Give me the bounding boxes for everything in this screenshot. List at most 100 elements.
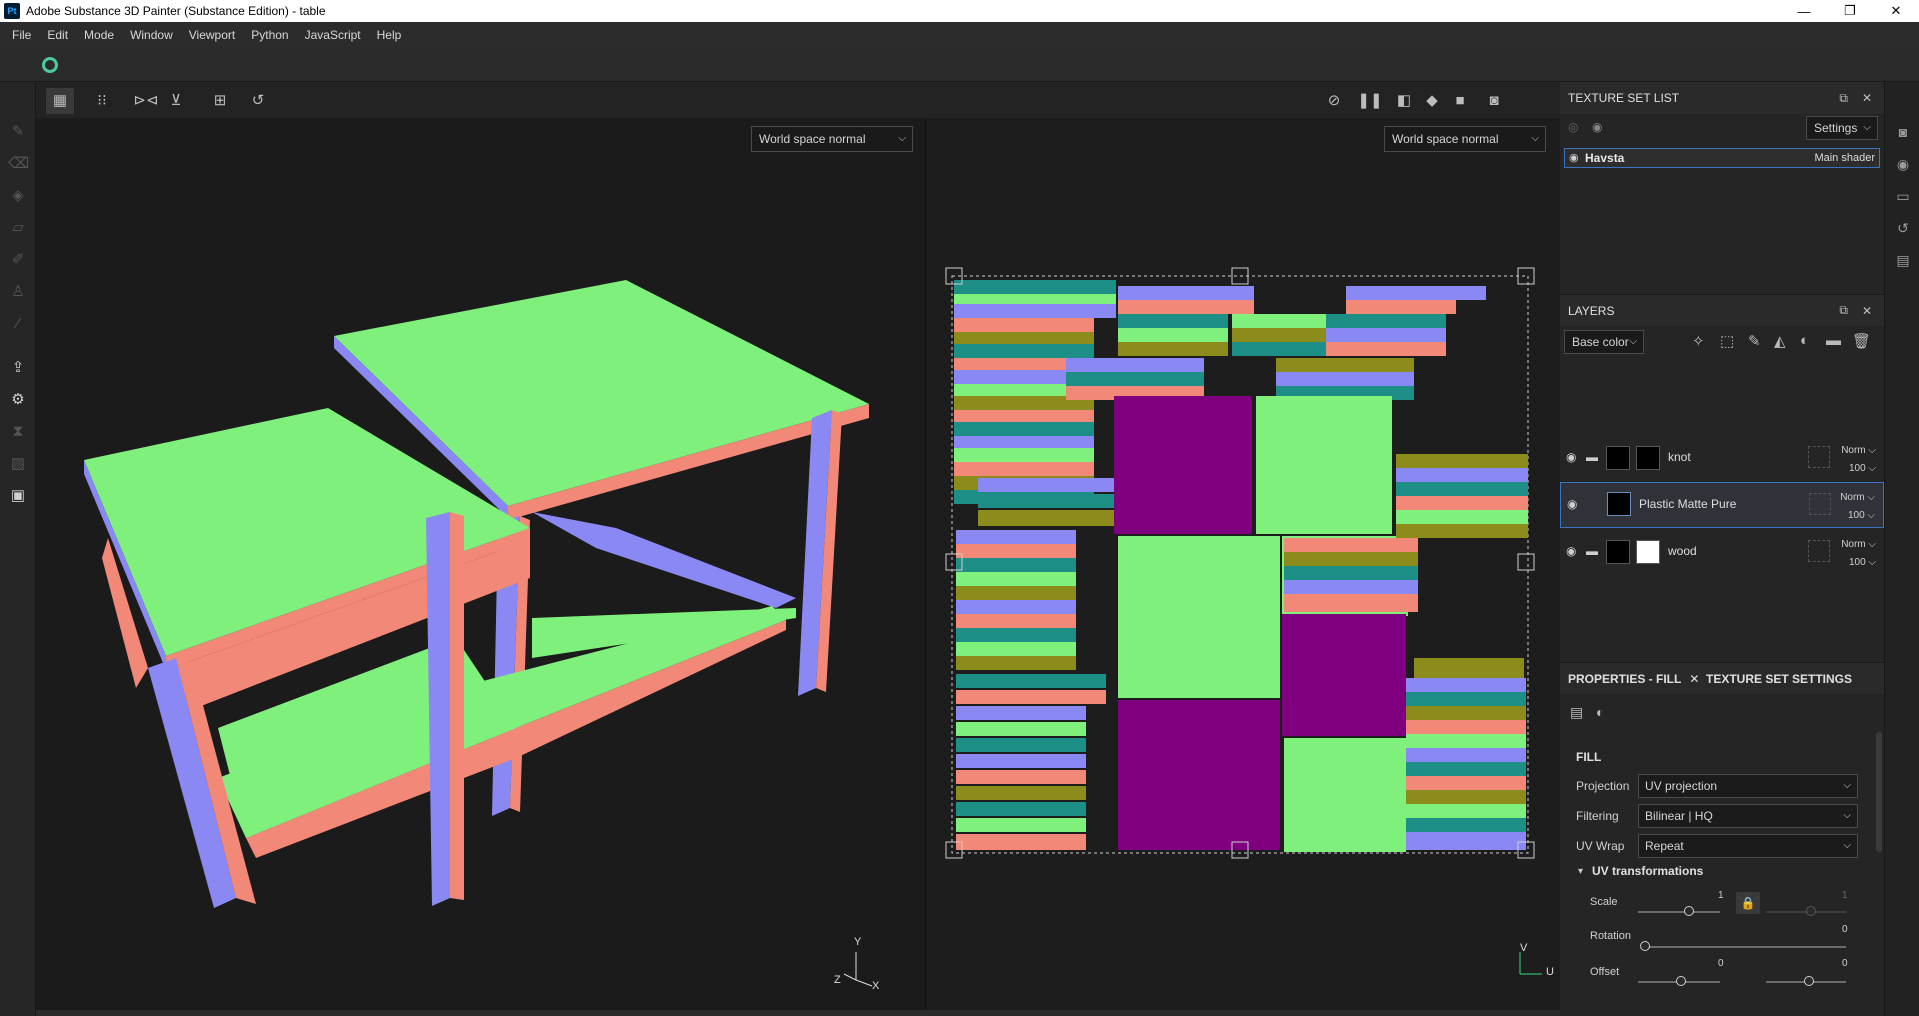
menu-help[interactable]: Help (369, 28, 410, 42)
eye-hidden-icon[interactable]: ◎ (1568, 120, 1578, 134)
add-fill-layer-icon[interactable]: ◭ (1774, 332, 1786, 350)
texture-set-shader[interactable]: Main shader (1814, 152, 1875, 164)
menu-edit[interactable]: Edit (39, 28, 76, 42)
maximize-button[interactable]: ❐ (1827, 0, 1873, 22)
layout-grid-icon[interactable]: ⁝⁝ (88, 88, 116, 114)
color-picker-icon[interactable]: ⁄ (8, 314, 28, 334)
eye-icon[interactable]: ◉ (1567, 497, 1581, 511)
chevron-down-icon: ⌵ (1843, 780, 1851, 791)
layer-channel-dropdown[interactable]: Base color ⌵ (1564, 330, 1644, 354)
add-mask-icon[interactable]: ◐ (1800, 332, 1809, 349)
tab-properties-fill[interactable]: PROPERTIES - FILL ✕ (1568, 663, 1699, 695)
fill-properties-icon[interactable]: ▤ (1570, 704, 1583, 721)
layer-blend[interactable]: Norm ⌵ 100 ⌵ (1840, 489, 1875, 525)
filtering-value: Bilinear | HQ (1645, 809, 1713, 823)
assets-icon[interactable]: ▭ (1893, 186, 1913, 206)
settings-icon[interactable]: ⚙ (8, 390, 28, 410)
split-view-icon[interactable]: ◧ (1390, 88, 1418, 114)
scale-slider[interactable] (1638, 911, 1720, 913)
layer-row[interactable]: ◉ ▬ wood Norm ⌵ 100 ⌵ (1560, 530, 1884, 576)
material-icon[interactable]: ◐ (1596, 704, 1604, 720)
collapse-arrow-icon[interactable]: ▾ (1578, 866, 1583, 877)
eye-icon[interactable]: ◉ (1566, 450, 1580, 464)
scale-slider-knob[interactable] (1684, 906, 1694, 916)
add-effect-icon[interactable]: ⬚ (1720, 332, 1734, 350)
shader-settings-icon[interactable]: ◉ (1893, 154, 1913, 174)
screenshot-icon[interactable]: ◙ (1480, 88, 1508, 114)
smudge-icon[interactable]: ✐ (8, 250, 28, 270)
menu-viewport[interactable]: Viewport (181, 28, 243, 42)
texture-set-list-header: TEXTURE SET LIST ⧉ ✕ (1560, 82, 1884, 114)
menu-mode[interactable]: Mode (76, 28, 122, 42)
projection-row: Projection UV projection ⌵ (1576, 774, 1876, 798)
layer-blend[interactable]: Norm ⌵ 100 ⌵ (1841, 536, 1876, 572)
layer-name: wood (1668, 544, 1697, 558)
hide-icon[interactable]: ⊘ (1320, 88, 1348, 114)
display-settings-icon[interactable]: ◙ (1893, 122, 1913, 142)
offset-slider-1-knob[interactable] (1676, 976, 1686, 986)
undock-icon[interactable]: ⧉ (1839, 91, 1848, 106)
layer-blend[interactable]: Norm ⌵ 100 ⌵ (1841, 442, 1876, 478)
tab-texture-set-settings[interactable]: TEXTURE SET SETTINGS (1706, 663, 1852, 695)
close-panel-icon[interactable]: ✕ (1862, 91, 1872, 105)
cube-view-icon[interactable]: ◆ (1418, 88, 1446, 114)
close-tab-icon[interactable]: ✕ (1689, 672, 1699, 686)
menu-javascript[interactable]: JavaScript (297, 28, 369, 42)
history-panel-icon[interactable]: ↺ (1893, 218, 1913, 238)
undock-icon[interactable]: ⧉ (1839, 303, 1848, 318)
pause-icon[interactable]: ❚❚ (1356, 88, 1384, 114)
add-paint-layer-icon[interactable]: ✎ (1748, 332, 1761, 350)
lock-icon[interactable]: 🔒 (1736, 892, 1760, 914)
paint-brush-icon[interactable]: ✎ (8, 122, 28, 142)
magic-wand-icon[interactable]: ✧ (1692, 332, 1705, 350)
screenshot-tool-icon[interactable]: ▣ (8, 486, 28, 506)
layout-single-icon[interactable]: ▦ (46, 88, 74, 114)
history-icon[interactable]: ↺ (244, 88, 272, 114)
close-window-button[interactable]: ✕ (1873, 0, 1919, 22)
offset-slider-2-knob[interactable] (1804, 976, 1814, 986)
add-frame-icon[interactable]: ⊞ (206, 88, 234, 114)
filtering-row: Filtering Bilinear | HQ ⌵ (1576, 804, 1876, 828)
settings-dropdown[interactable]: Settings ⌵ (1806, 116, 1878, 140)
menu-window[interactable]: Window (122, 28, 181, 42)
properties-scrollbar[interactable] (1876, 732, 1882, 852)
uvwrap-row: UV Wrap Repeat ⌵ (1576, 834, 1876, 858)
bake-icon[interactable]: ⧗ (8, 422, 28, 442)
menu-file[interactable]: File (4, 28, 39, 42)
rotation-slider[interactable] (1642, 946, 1846, 948)
close-panel-icon[interactable]: ✕ (1862, 304, 1872, 318)
fill-section-title: FILL (1576, 750, 1602, 764)
viewport-2d[interactable]: World space normal ⌵ V U (926, 118, 1560, 1010)
projection-dropdown[interactable]: UV projection ⌵ (1638, 774, 1858, 798)
clone-stamp-icon[interactable]: ♙ (8, 282, 28, 302)
delete-layer-icon[interactable]: 🗑 (1852, 332, 1871, 350)
eye-icon[interactable]: ◉ (1592, 120, 1602, 134)
projection-icon[interactable]: ◈ (8, 186, 28, 206)
export-icon[interactable]: ⇪ (8, 358, 28, 378)
layer-row-selected[interactable]: ◉ Plastic Matte Pure Norm ⌵ 100 ⌵ (1560, 482, 1884, 528)
mirror-y-icon[interactable]: ⊻ (162, 88, 190, 114)
polygon-fill-icon[interactable]: ▱ (8, 218, 28, 238)
properties-header: PROPERTIES - FILL ✕ TEXTURE SET SETTINGS (1560, 662, 1884, 694)
mirror-x-icon[interactable]: ⊳⊲ (132, 88, 160, 114)
layer-row[interactable]: ◉ ▬ knot Norm ⌵ 100 ⌵ (1560, 436, 1884, 482)
uv-transformations-title[interactable]: UV transformations (1592, 864, 1703, 878)
right-dock: TEXTURE SET LIST ⧉ ✕ ◎ ◉ Settings ⌵ ◉ Hav… (1560, 82, 1884, 1016)
texture-set-item[interactable]: ◉ Havsta Main shader (1564, 148, 1880, 168)
filtering-dropdown[interactable]: Bilinear | HQ ⌵ (1638, 804, 1858, 828)
rotation-value: 0 (1842, 924, 1848, 935)
eye-icon[interactable]: ◉ (1569, 151, 1579, 164)
log-icon[interactable]: ▤ (1893, 250, 1913, 270)
minimize-button[interactable]: — (1781, 0, 1827, 22)
disabled-tool-icon: ▨ (10, 455, 26, 472)
uvwrap-dropdown[interactable]: Repeat ⌵ (1638, 834, 1858, 858)
layer-mask-thumbnail (1636, 540, 1660, 564)
rotation-slider-knob[interactable] (1640, 941, 1650, 951)
camera-icon[interactable]: ■ (1446, 88, 1474, 114)
chevron-down-icon: ⌵ (1843, 840, 1851, 851)
viewport-3d[interactable]: World space normal ⌵ Y X Z (36, 118, 925, 1010)
eraser-icon[interactable]: ⌫ (8, 154, 29, 174)
menu-python[interactable]: Python (243, 28, 296, 42)
eye-icon[interactable]: ◉ (1566, 544, 1580, 558)
add-folder-icon[interactable]: ▬ (1826, 332, 1841, 349)
